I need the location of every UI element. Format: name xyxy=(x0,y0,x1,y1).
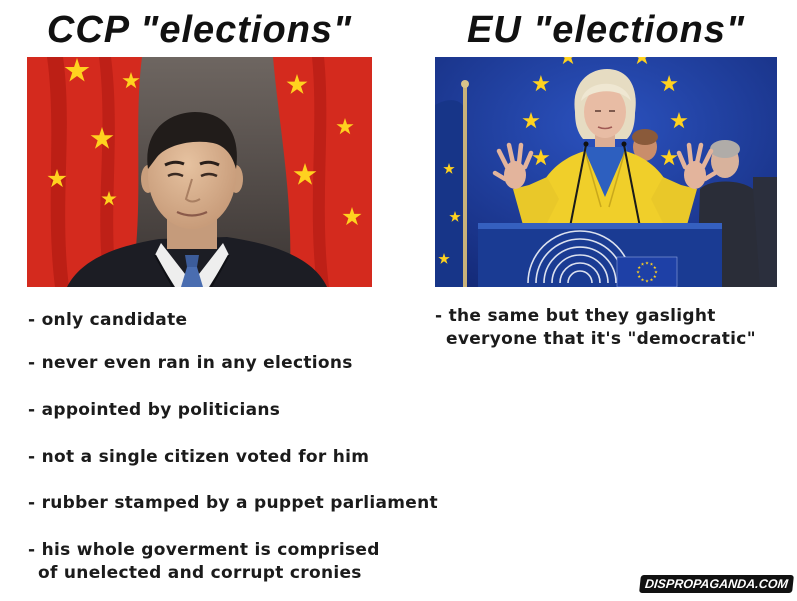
left-bullet-2: - never even ran in any elections xyxy=(28,353,353,373)
left-title: CCP "elections" xyxy=(46,9,353,51)
podium xyxy=(478,223,722,287)
microphone-head xyxy=(621,141,627,147)
eu-leader-photo xyxy=(435,57,777,287)
draped-eu-flag xyxy=(435,80,469,287)
flag-pole xyxy=(463,85,467,287)
right-bullet-line-2: everyone that it's "democratic" xyxy=(446,329,756,349)
left-bullet-6-line-2: of unelected and corrupt cronies xyxy=(38,563,362,583)
ccp-leader-photo xyxy=(27,57,372,287)
right-bullet-line-1: - the same but they gaslight xyxy=(435,306,716,326)
left-bullet-1: - only candidate xyxy=(28,310,188,330)
microphone-head xyxy=(583,141,589,147)
right-title: EU "elections" xyxy=(466,9,746,51)
pole-finial xyxy=(461,80,469,88)
left-bullet-6-line-1: - his whole goverment is comprised xyxy=(28,540,380,560)
left-bullet-3: - appointed by politicians xyxy=(28,400,281,420)
watermark: DISPROPAGANDA.COM xyxy=(639,575,794,593)
hair xyxy=(632,129,658,145)
podium-top-edge xyxy=(478,223,722,229)
left-bullet-5: - rubber stamped by a puppet parliament xyxy=(28,493,438,513)
tie-knot xyxy=(185,255,199,267)
flag-cloth xyxy=(435,100,467,287)
gray-hair xyxy=(710,140,740,158)
left-bullet-4: - not a single citizen voted for him xyxy=(28,447,370,467)
